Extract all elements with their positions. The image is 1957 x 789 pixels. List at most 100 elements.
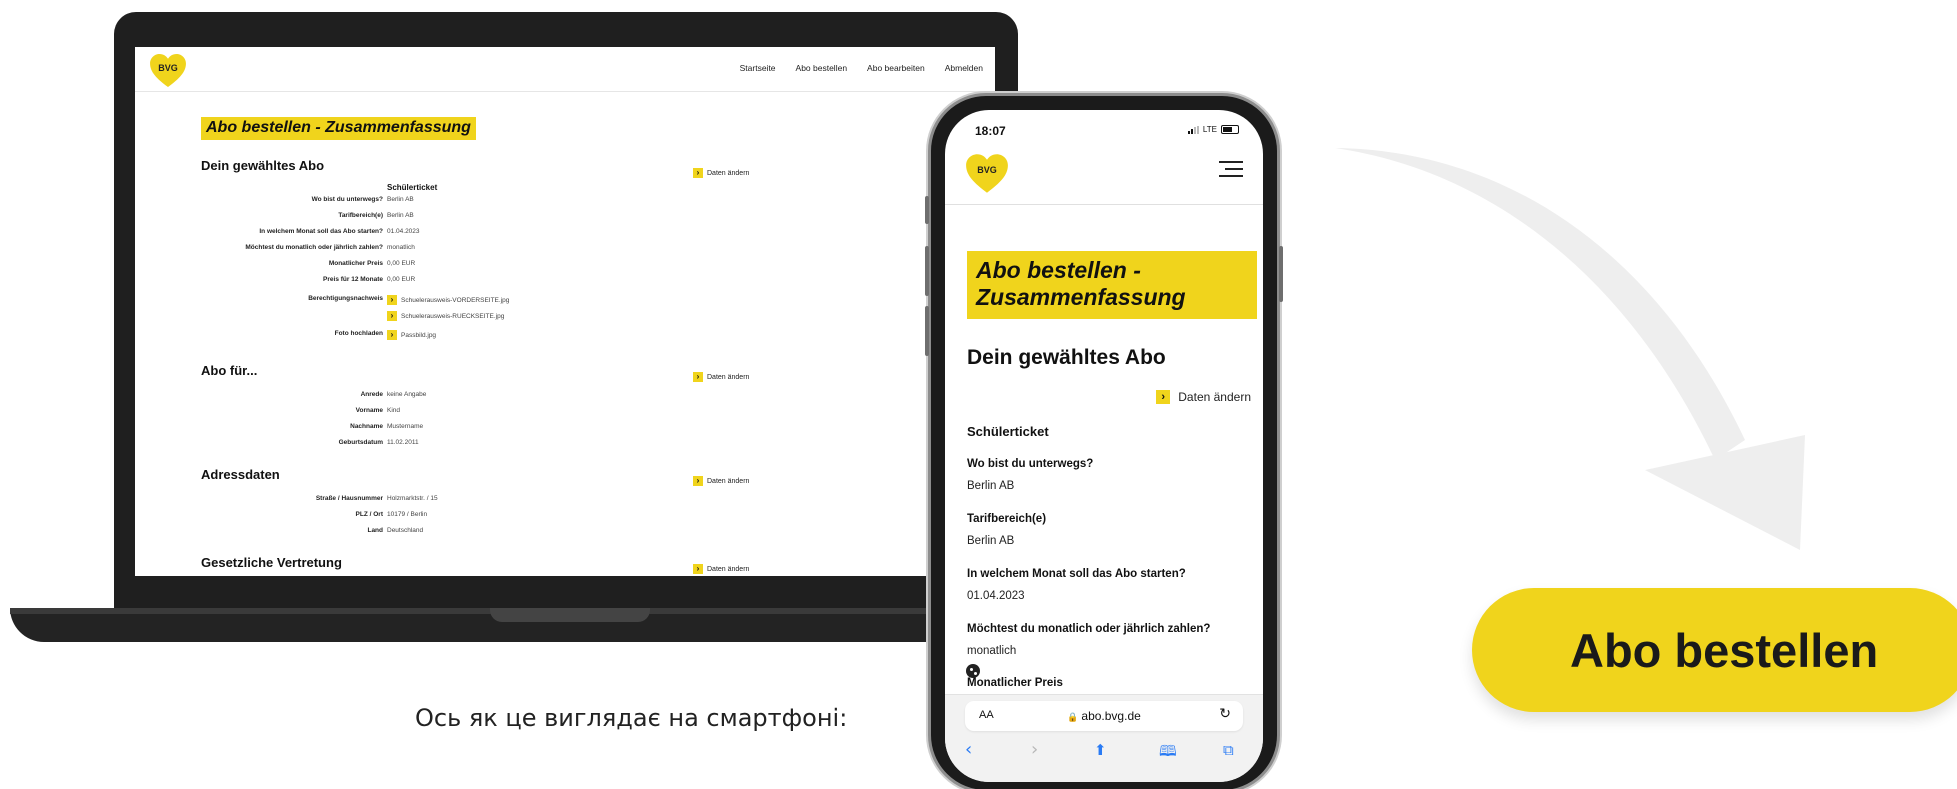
row-label: Wo bist du unterwegs? xyxy=(311,196,383,203)
chevron-right-icon: › xyxy=(693,476,703,486)
chevron-right-icon: › xyxy=(1156,390,1171,404)
row-label: Foto hochladen xyxy=(334,330,383,337)
nav-startseite[interactable]: Startseite xyxy=(740,63,776,73)
order-subscription-button[interactable]: Abo bestellen xyxy=(1472,588,1957,712)
status-indicators: LTE xyxy=(1187,125,1239,134)
change-data-label: Daten ändern xyxy=(707,373,750,381)
nav-abmelden[interactable]: Abmelden xyxy=(945,63,983,73)
file-link[interactable]: › Schuelerausweis-RUECKSEITE.jpg xyxy=(387,311,504,321)
change-data-label: Daten ändern xyxy=(707,477,750,485)
row-value: Kind xyxy=(387,407,401,414)
status-bar: 18:07 LTE xyxy=(945,110,1263,150)
address-bar[interactable]: AA 🔒 abo.bvg.de ↻ xyxy=(965,701,1243,731)
row-label: Berechtigungsnachweis xyxy=(308,295,383,302)
field-label: Möchtest du monatlich oder jährlich zahl… xyxy=(967,623,1211,635)
share-icon[interactable]: ⬆ xyxy=(1094,741,1107,759)
field-label: Tarifbereich(e) xyxy=(967,513,1047,525)
row-value: Berlin AB xyxy=(387,212,414,219)
url-display: 🔒 abo.bvg.de xyxy=(965,709,1243,723)
row-label: Preis für 12 Monate xyxy=(323,276,383,283)
summary-row: Wo bist du unterwegs? Berlin AB xyxy=(135,196,995,208)
forward-icon[interactable]: › xyxy=(1031,739,1038,760)
battery-icon xyxy=(1221,125,1239,134)
bookmarks-icon[interactable]: 🕮 xyxy=(1159,741,1177,766)
summary-row: In welchem Monat soll das Abo starten? 01… xyxy=(135,228,995,240)
url-text: abo.bvg.de xyxy=(1081,709,1141,723)
file-link[interactable]: › Schuelerausweis-VORDERSEITE.jpg xyxy=(387,295,509,305)
row-value: 11.02.2011 xyxy=(387,439,419,446)
network-label: LTE xyxy=(1202,125,1217,134)
cookie-icon[interactable] xyxy=(966,664,980,678)
field-value: Berlin AB xyxy=(967,535,1015,547)
row-value: Deutschland xyxy=(387,527,424,534)
chevron-right-icon: › xyxy=(693,564,703,574)
nav-abo-bearbeiten[interactable]: Abo bearbeiten xyxy=(867,63,925,73)
summary-row: Anrede keine Angabe xyxy=(135,391,995,403)
caption-text: Ось як це виглядає на смартфоні: xyxy=(415,704,848,732)
row-label: Möchtest du monatlich oder jährlich zahl… xyxy=(245,244,383,251)
field-label: In welchem Monat soll das Abo starten? xyxy=(967,568,1186,580)
reload-icon[interactable]: ↻ xyxy=(1219,706,1231,722)
page-title: Abo bestellen - Zusammenfassung xyxy=(967,251,1257,320)
phone-side-button xyxy=(925,246,929,296)
phone-side-button xyxy=(1279,246,1283,302)
row-label: Land xyxy=(367,527,383,534)
file-name: Schuelerausweis-VORDERSEITE.jpg xyxy=(401,296,510,304)
curved-arrow-icon xyxy=(1335,148,1805,550)
row-label: Geburtsdatum xyxy=(338,439,383,446)
bvg-logo[interactable]: BVG xyxy=(965,154,1009,194)
change-data-label: Daten ändern xyxy=(1178,390,1251,404)
summary-row: Tarifbereich(e) Berlin AB xyxy=(135,212,995,224)
file-link[interactable]: › Passbild.jpg xyxy=(387,330,436,340)
chevron-right-icon: › xyxy=(387,330,397,340)
row-value: Berlin AB xyxy=(387,196,414,203)
hamburger-menu-icon[interactable] xyxy=(1219,160,1243,178)
change-data-link-address[interactable]: › Daten ändern xyxy=(693,476,749,486)
row-value: keine Angabe xyxy=(387,391,427,398)
summary-row: Geburtsdatum 11.02.2011 xyxy=(135,439,995,451)
row-value: monatlich xyxy=(387,244,415,251)
laptop-mockup: BVG Startseite Abo bestellen Abo bearbei… xyxy=(0,0,1030,650)
row-value: Holzmarktstr. / 15 xyxy=(387,495,438,502)
summary-row: PLZ / Ort 10179 / Berlin xyxy=(135,511,995,523)
main-nav: Startseite Abo bestellen Abo bearbeiten … xyxy=(740,63,983,73)
row-label: Vorname xyxy=(355,407,383,414)
logo-text: BVG xyxy=(977,165,997,175)
site-header: BVG Startseite Abo bestellen Abo bearbei… xyxy=(135,47,995,92)
header-divider xyxy=(945,204,1263,205)
row-value: 0,00 EUR xyxy=(387,260,416,267)
section-title-abo: Dein gewähltes Abo xyxy=(967,346,1166,369)
summary-row: Preis für 12 Monate 0,00 EUR xyxy=(135,276,995,288)
field-value: 01.04.2023 xyxy=(967,590,1025,602)
tabs-icon[interactable]: ⧉ xyxy=(1223,741,1234,759)
row-label: PLZ / Ort xyxy=(355,511,383,518)
back-icon[interactable]: ‹ xyxy=(965,739,972,760)
nav-abo-bestellen[interactable]: Abo bestellen xyxy=(796,63,848,73)
row-label: Monatlicher Preis xyxy=(328,260,383,267)
file-name: Schuelerausweis-RUECKSEITE.jpg xyxy=(401,312,505,320)
summary-row: Monatlicher Preis 0,00 EUR xyxy=(135,260,995,272)
signal-icon xyxy=(1187,125,1199,134)
change-data-link-person[interactable]: › Daten ändern xyxy=(693,372,749,382)
change-data-link[interactable]: › Daten ändern xyxy=(1156,390,1251,404)
field-label: Monatlicher Preis xyxy=(967,677,1063,689)
mobile-page: 18:07 LTE BVG Abo bestellen - Zusammenfa… xyxy=(945,110,1263,782)
chevron-right-icon: › xyxy=(693,372,703,382)
summary-row: Vorname Kind xyxy=(135,407,995,419)
desktop-page: BVG Startseite Abo bestellen Abo bearbei… xyxy=(135,47,995,576)
page-title: Abo bestellen - Zusammenfassung xyxy=(201,117,476,140)
summary-row: › Schuelerausweis-RUECKSEITE.jpg xyxy=(135,311,995,323)
phone-mockup: 18:07 LTE BVG Abo bestellen - Zusammenfa… xyxy=(925,93,1283,789)
change-data-link-guardian[interactable]: › Daten ändern xyxy=(693,564,749,574)
row-label: Straße / Hausnummer xyxy=(315,495,383,502)
change-data-link-abo[interactable]: › Daten ändern xyxy=(693,168,749,178)
summary-row: Möchtest du monatlich oder jährlich zahl… xyxy=(135,244,995,256)
summary-row: Foto hochladen › Passbild.jpg xyxy=(135,330,995,342)
change-data-label: Daten ändern xyxy=(707,169,750,177)
bvg-logo[interactable]: BVG xyxy=(149,54,187,88)
row-value: Mustername xyxy=(387,423,424,430)
summary-row: Nachname Mustername xyxy=(135,423,995,435)
field-label: Wo bist du unterwegs? xyxy=(967,458,1094,470)
field-value: Berlin AB xyxy=(967,480,1015,492)
change-data-label: Daten ändern xyxy=(707,565,750,573)
